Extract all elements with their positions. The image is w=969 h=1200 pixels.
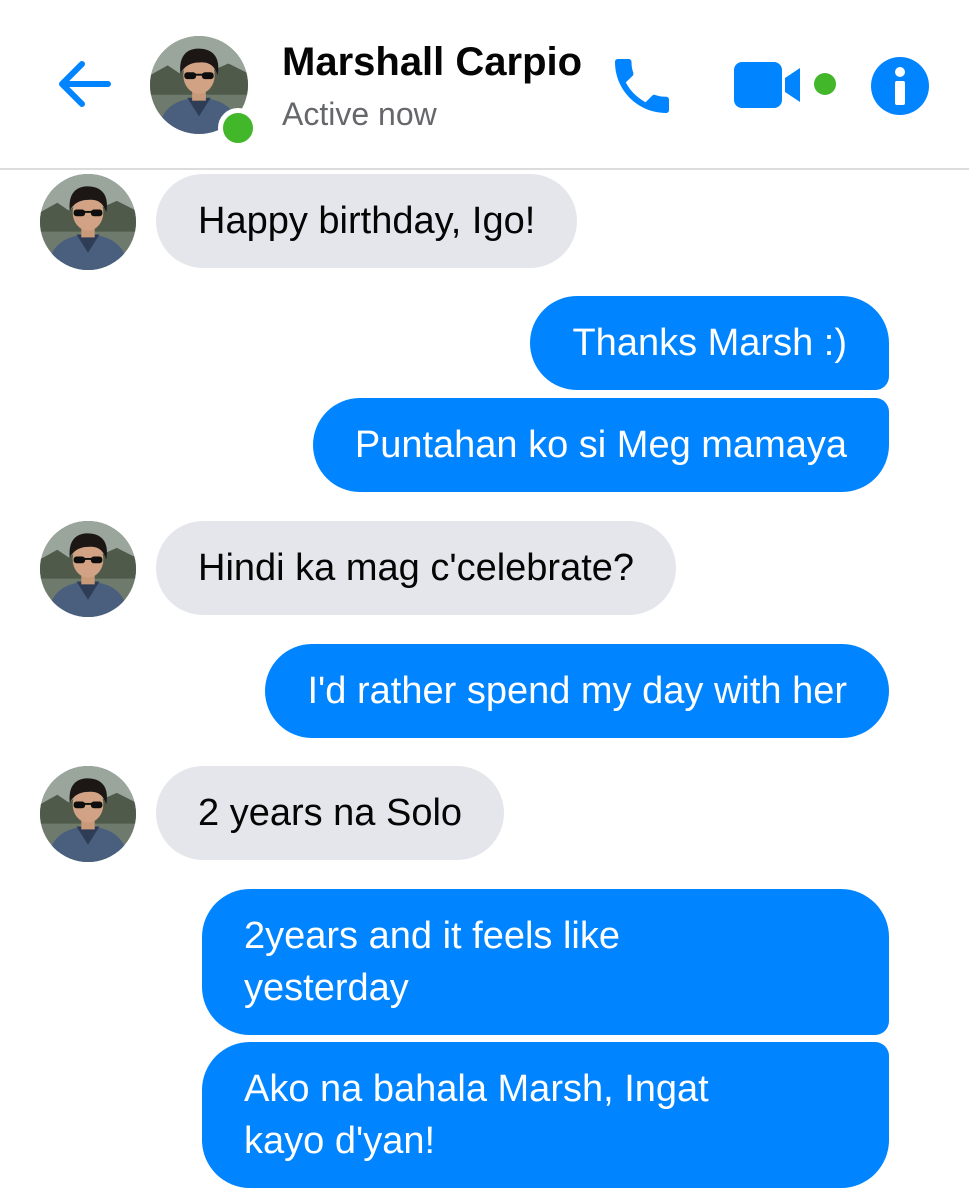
message-text: 2 years na Solo <box>198 792 463 834</box>
contact-avatar[interactable] <box>150 36 258 148</box>
message-text: I'd rather spend my day with her <box>307 670 847 712</box>
contact-status: Active now <box>282 96 437 132</box>
message-thread[interactable]: Happy birthday, Igo! Thanks Marsh :) Pun… <box>0 170 969 1200</box>
sender-avatar[interactable] <box>40 766 136 862</box>
sender-avatar[interactable] <box>40 521 136 617</box>
conversation-header: Marshall Carpio Active now <box>0 0 969 170</box>
outgoing-message[interactable]: Thanks Marsh :) <box>530 296 889 390</box>
sender-avatar[interactable] <box>40 174 136 270</box>
arrow-left-icon[interactable] <box>52 52 116 116</box>
incoming-message[interactable]: 2 years na Solo <box>156 766 505 860</box>
outgoing-message[interactable]: 2years and it feels like yesterday <box>202 889 889 1035</box>
message-text: Thanks Marsh :) <box>572 322 847 364</box>
outgoing-message[interactable]: Ako na bahala Marsh, Ingat kayo d'yan! <box>202 1042 889 1188</box>
message-text-line: Ako na bahala Marsh, Ingat <box>244 1068 709 1110</box>
message-text: Happy birthday, Igo! <box>198 200 536 242</box>
video-active-dot <box>814 73 836 95</box>
active-status-dot <box>218 108 258 148</box>
phone-icon[interactable] <box>606 50 678 122</box>
message-text-line: yesterday <box>244 967 409 1009</box>
message-text-line: kayo d'yan! <box>244 1120 436 1162</box>
message-text: Puntahan ko si Meg mamaya <box>354 424 847 466</box>
message-text-line: 2years and it feels like <box>244 915 620 957</box>
contact-name[interactable]: Marshall Carpio <box>282 40 582 85</box>
outgoing-message[interactable]: I'd rather spend my day with her <box>265 644 889 738</box>
message-text: Hindi ka mag c'celebrate? <box>198 547 635 589</box>
incoming-message[interactable]: Happy birthday, Igo! <box>156 174 578 268</box>
video-camera-icon[interactable] <box>734 58 806 112</box>
incoming-message[interactable]: Hindi ka mag c'celebrate? <box>156 521 677 615</box>
info-icon[interactable] <box>870 56 930 116</box>
outgoing-message[interactable]: Puntahan ko si Meg mamaya <box>312 398 889 492</box>
